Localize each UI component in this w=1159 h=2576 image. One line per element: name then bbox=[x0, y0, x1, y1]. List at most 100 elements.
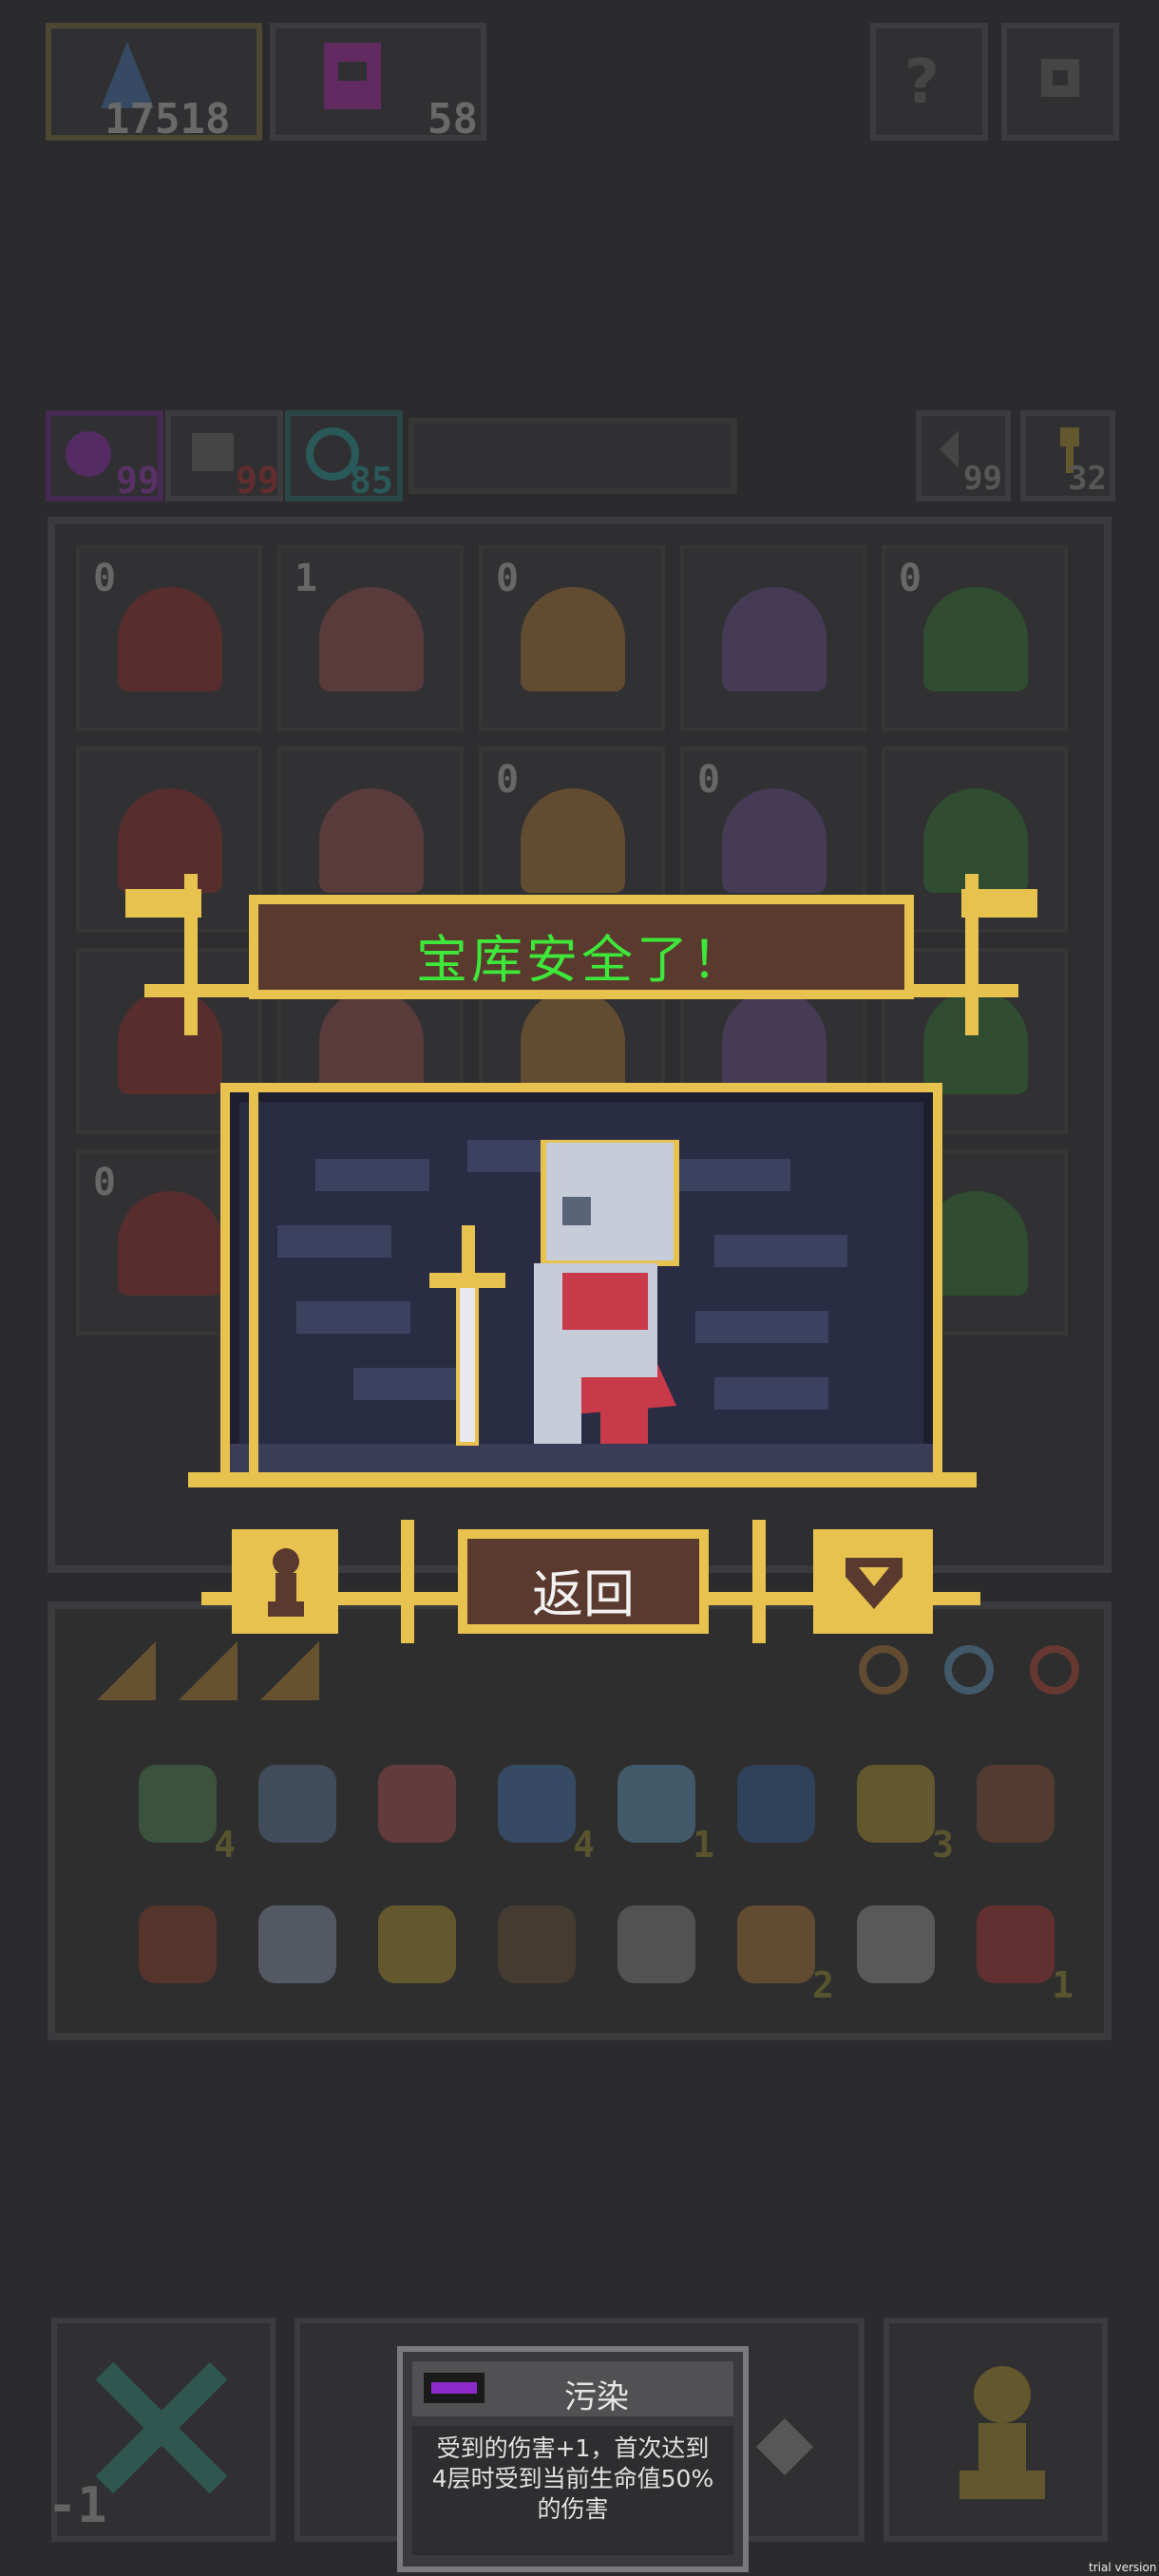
item-icon bbox=[857, 1765, 935, 1843]
item-icon bbox=[378, 1765, 456, 1843]
inventory-item[interactable] bbox=[245, 1892, 350, 1997]
curse-count: 99 bbox=[236, 460, 279, 502]
tooltip-body: 受到的伤害+1，首次达到4层时受到当前生命值50%的伤害 bbox=[412, 2426, 733, 2555]
inventory-item[interactable]: 4 bbox=[484, 1752, 595, 1866]
monster-icon bbox=[722, 587, 826, 691]
discard-counter: -1 bbox=[48, 2477, 107, 2534]
banner-post-left bbox=[184, 874, 198, 1035]
inventory-item[interactable]: 2 bbox=[724, 1892, 834, 2006]
swap-icon bbox=[747, 2409, 823, 2485]
poison-status[interactable]: 99 bbox=[46, 410, 163, 502]
pawn-silhouette-icon bbox=[262, 1544, 310, 1620]
status-tooltip: 污染 受到的伤害+1，首次达到4层时受到当前生命值50%的伤害 bbox=[397, 2346, 749, 2572]
inventory-item[interactable] bbox=[365, 1752, 469, 1856]
inventory-item[interactable]: 3 bbox=[844, 1752, 954, 1866]
poison-count: 99 bbox=[116, 460, 160, 502]
item-icon bbox=[737, 1765, 815, 1843]
item-count: 3 bbox=[932, 1824, 954, 1866]
inventory-item[interactable] bbox=[844, 1892, 948, 1997]
board-cell[interactable]: 0 bbox=[76, 545, 262, 731]
gem-button[interactable] bbox=[813, 1529, 933, 1634]
trial-watermark: trial version bbox=[1089, 2561, 1157, 2574]
cross-icon bbox=[95, 2361, 228, 2494]
item-icon bbox=[258, 1765, 336, 1843]
monster-icon bbox=[319, 587, 424, 691]
board-cell[interactable]: 0 bbox=[882, 545, 1068, 731]
cell-count: 1 bbox=[294, 557, 318, 600]
inventory-item[interactable] bbox=[963, 1752, 1068, 1856]
settings-button[interactable] bbox=[1001, 23, 1119, 141]
board-cell[interactable]: 0 bbox=[479, 545, 665, 731]
cell-count: 0 bbox=[899, 557, 922, 600]
modal-title: 宝库安全了！ bbox=[416, 930, 747, 990]
inventory-item[interactable] bbox=[365, 1892, 469, 1997]
frame-post-left bbox=[249, 1083, 258, 1482]
poison-icon bbox=[65, 426, 112, 483]
mana-count: 17518 bbox=[104, 95, 231, 143]
item-icon bbox=[498, 1905, 576, 1983]
item-icon bbox=[737, 1905, 815, 1983]
pollution-swatch bbox=[424, 2373, 484, 2403]
skull-icon bbox=[184, 426, 241, 483]
undo-count: 99 bbox=[963, 460, 1002, 498]
item-icon bbox=[977, 1765, 1054, 1843]
item-icon bbox=[618, 1765, 695, 1843]
item-icon bbox=[139, 1905, 217, 1983]
banner-post-right bbox=[965, 874, 978, 1035]
board-cell[interactable] bbox=[680, 545, 866, 731]
cell-count: 0 bbox=[93, 1161, 117, 1204]
item-icon bbox=[258, 1905, 336, 1983]
gear-icon bbox=[1032, 49, 1089, 106]
inventory-item[interactable]: 1 bbox=[604, 1752, 714, 1866]
item-icon bbox=[139, 1765, 217, 1843]
item-icon bbox=[498, 1765, 576, 1843]
ghost-icon bbox=[310, 38, 395, 123]
cell-count: 0 bbox=[93, 557, 117, 600]
item-icon bbox=[378, 1905, 456, 1983]
inventory-panel: 4 4 1 3 2 1 bbox=[48, 1601, 1112, 2040]
item-count: 1 bbox=[1052, 1964, 1074, 2006]
inventory-item[interactable]: 1 bbox=[963, 1892, 1074, 2006]
tooltip-title: 污染 bbox=[564, 2378, 629, 2416]
inventory-item[interactable] bbox=[125, 1892, 230, 1997]
pawn-button[interactable] bbox=[232, 1529, 338, 1634]
character-button[interactable] bbox=[884, 2318, 1108, 2542]
inventory-item[interactable] bbox=[484, 1892, 589, 1997]
item-icon bbox=[857, 1905, 935, 1983]
pawn-icon bbox=[950, 2361, 1054, 2504]
heart-gem-icon bbox=[836, 1548, 912, 1615]
monster-icon bbox=[118, 587, 222, 691]
keys-status[interactable]: 32 bbox=[1020, 410, 1115, 502]
board-cell[interactable]: 1 bbox=[277, 545, 464, 731]
inventory-item[interactable]: 4 bbox=[125, 1752, 236, 1866]
back-button-bracket-left bbox=[401, 1520, 414, 1643]
tooltip-description: 受到的伤害+1，首次达到4层时受到当前生命值50%的伤害 bbox=[431, 2434, 714, 2523]
item-count: 4 bbox=[214, 1824, 236, 1866]
inventory-item[interactable] bbox=[245, 1752, 350, 1856]
scene-frame bbox=[220, 1083, 942, 1486]
souls-count: 58 bbox=[428, 95, 478, 143]
pollution-bar bbox=[431, 2382, 477, 2394]
monster-icon bbox=[521, 587, 625, 691]
back-button[interactable]: 返回 bbox=[458, 1529, 709, 1634]
result-modal: 宝库安全了！ 返回 bbox=[125, 874, 1037, 1662]
keys-count: 32 bbox=[1068, 460, 1107, 498]
shield-count: 85 bbox=[350, 460, 393, 502]
help-button[interactable]: ? bbox=[870, 23, 988, 141]
cell-count: 0 bbox=[697, 758, 721, 802]
question-icon: ? bbox=[904, 47, 940, 118]
curse-status[interactable]: 99 bbox=[165, 410, 283, 502]
item-count: 2 bbox=[812, 1964, 834, 2006]
inventory-item[interactable] bbox=[724, 1752, 828, 1856]
knight-icon bbox=[401, 1137, 714, 1453]
item-count: 1 bbox=[693, 1824, 714, 1866]
tooltip-header: 污染 bbox=[412, 2361, 733, 2416]
cell-count: 0 bbox=[496, 557, 520, 600]
cell-count: 0 bbox=[496, 758, 520, 802]
souls-resource: 58 bbox=[270, 23, 486, 143]
undo-button[interactable]: 99 bbox=[916, 410, 1011, 502]
shield-status[interactable]: 85 bbox=[285, 410, 403, 502]
inventory-item[interactable] bbox=[604, 1892, 709, 1997]
item-icon bbox=[618, 1905, 695, 1983]
back-button-label: 返回 bbox=[532, 1564, 635, 1624]
